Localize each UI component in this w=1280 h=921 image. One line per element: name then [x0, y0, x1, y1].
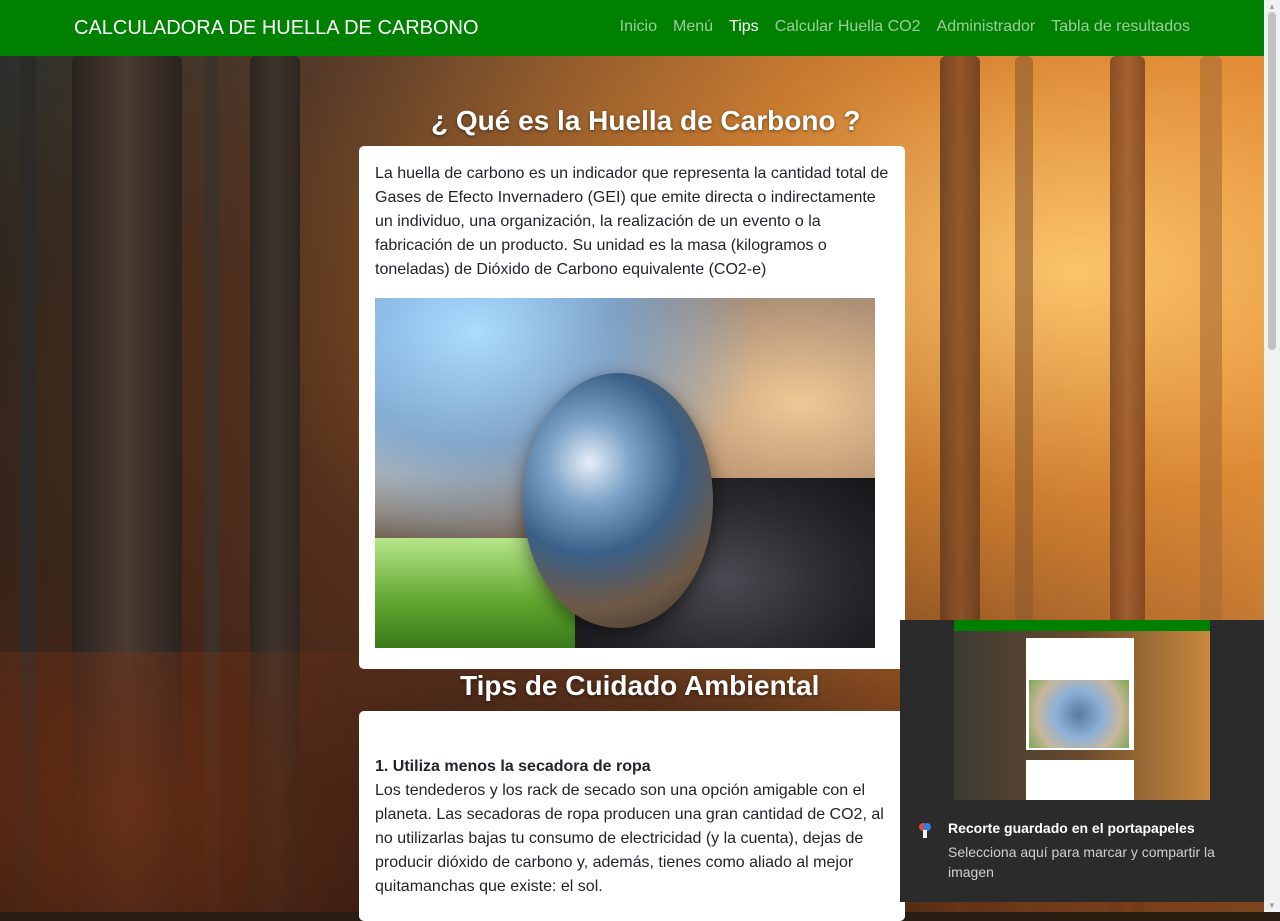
scroll-down-arrow-icon[interactable]: ▼ [1268, 901, 1276, 910]
scroll-thumb[interactable] [1268, 12, 1276, 350]
nav-link-tabla-resultados[interactable]: Tabla de resultados [1051, 18, 1190, 36]
thumb-navbar [954, 620, 1210, 631]
snipping-tool-icon [919, 823, 931, 838]
nav-link-administrador[interactable]: Administrador [937, 18, 1036, 36]
snip-notification[interactable]: Recorte guardado en el portapapeles Sele… [900, 620, 1264, 902]
snip-thumbnail[interactable] [954, 620, 1210, 800]
nav-link-tips[interactable]: Tips [729, 18, 759, 36]
earth-image [375, 298, 875, 648]
notification-title: Recorte guardado en el portapapeles [948, 820, 1195, 836]
notification-body: Selecciona aquí para marcar y compartir … [948, 844, 1215, 880]
huella-description: La huella de carbono es un indicador que… [375, 165, 889, 278]
brand-title[interactable]: CALCULADORA DE HUELLA DE CARBONO [74, 17, 479, 40]
thumb-card [1026, 760, 1134, 800]
nav-link-menu[interactable]: Menú [673, 18, 713, 36]
navbar: CALCULADORA DE HUELLA DE CARBONO Inicio … [0, 0, 1264, 56]
thumb-image [1029, 680, 1129, 748]
scroll-up-arrow-icon[interactable]: ▲ [1268, 2, 1276, 11]
nav-link-calcular[interactable]: Calcular Huella CO2 [775, 18, 921, 36]
globe-shape [523, 373, 713, 628]
section-title-tips: Tips de Cuidado Ambiental [460, 670, 820, 701]
huella-card: La huella de carbono es un indicador que… [359, 146, 905, 669]
tips-card: 1. Utiliza menos la secadora de ropa Los… [359, 711, 905, 921]
tip-text: Los tendederos y los rack de secado son … [375, 782, 884, 895]
page-scrollbar[interactable]: ▲ ▼ [1264, 0, 1280, 912]
tip-title: 1. Utiliza menos la secadora de ropa [375, 758, 651, 775]
section-title-huella: ¿ Qué es la Huella de Carbono ? [431, 105, 861, 136]
nav-link-inicio[interactable]: Inicio [620, 18, 657, 36]
nav-links: Inicio Menú Tips Calcular Huella CO2 Adm… [620, 18, 1190, 36]
